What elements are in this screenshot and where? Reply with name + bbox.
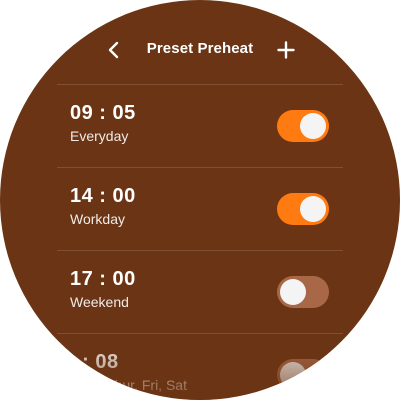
- preset-toggle[interactable]: [277, 193, 329, 225]
- preset-toggle[interactable]: [277, 359, 329, 391]
- plus-icon: [277, 41, 295, 59]
- preset-row[interactable]: : 08 Wed, Thur, Fri, Sat: [0, 334, 400, 400]
- preset-days: Workday: [70, 211, 125, 227]
- preset-days: Wed, Thur, Fri, Sat: [70, 377, 187, 393]
- preset-days: Weekend: [70, 294, 129, 310]
- watch-screen: Preset Preheat 09 : 05 Everyday 14 : 00 …: [0, 0, 400, 400]
- preset-time: : 08: [70, 351, 119, 373]
- add-preset-button[interactable]: [272, 36, 300, 64]
- toggle-knob: [280, 362, 306, 388]
- preset-time: 09 : 05: [70, 102, 136, 124]
- preset-row[interactable]: 14 : 00 Workday: [0, 168, 400, 250]
- toggle-knob: [300, 196, 326, 222]
- preset-toggle[interactable]: [277, 276, 329, 308]
- preset-toggle[interactable]: [277, 110, 329, 142]
- page-title: Preset Preheat: [146, 40, 254, 57]
- preset-days: Everyday: [70, 128, 129, 144]
- toggle-knob: [300, 113, 326, 139]
- preset-time: 14 : 00: [70, 185, 136, 207]
- header: Preset Preheat: [0, 30, 400, 70]
- toggle-knob: [280, 279, 306, 305]
- preset-time: 17 : 00: [70, 268, 136, 290]
- preset-row[interactable]: 09 : 05 Everyday: [0, 85, 400, 167]
- preset-row[interactable]: 17 : 00 Weekend: [0, 251, 400, 333]
